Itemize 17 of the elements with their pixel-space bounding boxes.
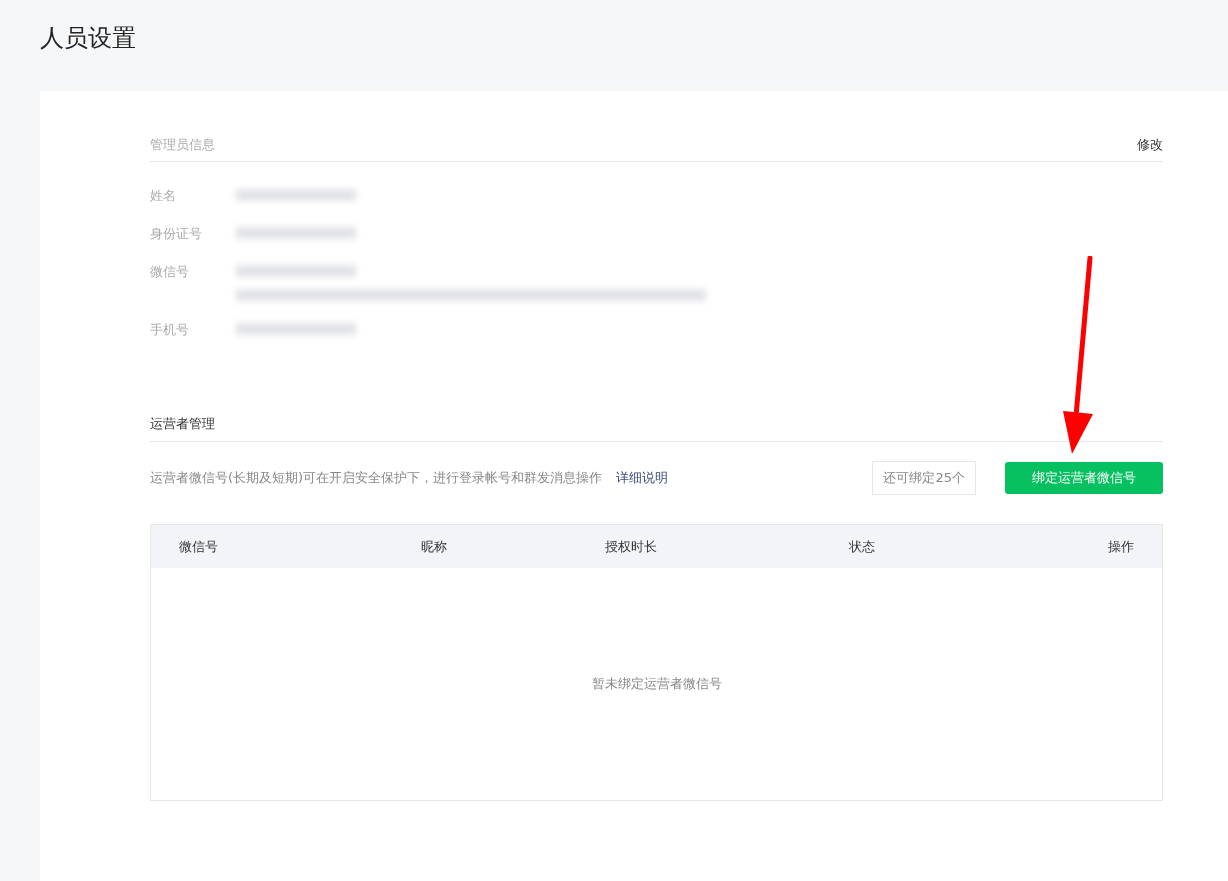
field-label: 微信号 [150,263,190,281]
section-title: 运营者管理 [150,415,215,433]
detail-link[interactable]: 详细说明 [616,470,669,485]
remaining-tooltip: 还可绑定25个 [872,461,976,495]
description-text: 运营者微信号(长期及短期)可在开启安全保护下，进行登录帐号和群发消息操作 [150,470,603,485]
edit-link[interactable]: 修改 [1137,136,1163,154]
field-label: 手机号 [150,321,190,339]
field-label: 身份证号 [150,225,203,243]
page-title: 人员设置 [39,23,137,54]
empty-message: 暂未绑定运营者微信号 [591,675,722,693]
column-header: 操作 [1108,537,1134,556]
section-title: 管理员信息 [150,136,215,154]
field-label: 姓名 [150,187,177,205]
column-header: 状态 [848,537,876,556]
column-header: 微信号 [179,537,219,556]
column-header: 授权时长 [604,537,658,556]
column-header: 昵称 [420,537,448,556]
